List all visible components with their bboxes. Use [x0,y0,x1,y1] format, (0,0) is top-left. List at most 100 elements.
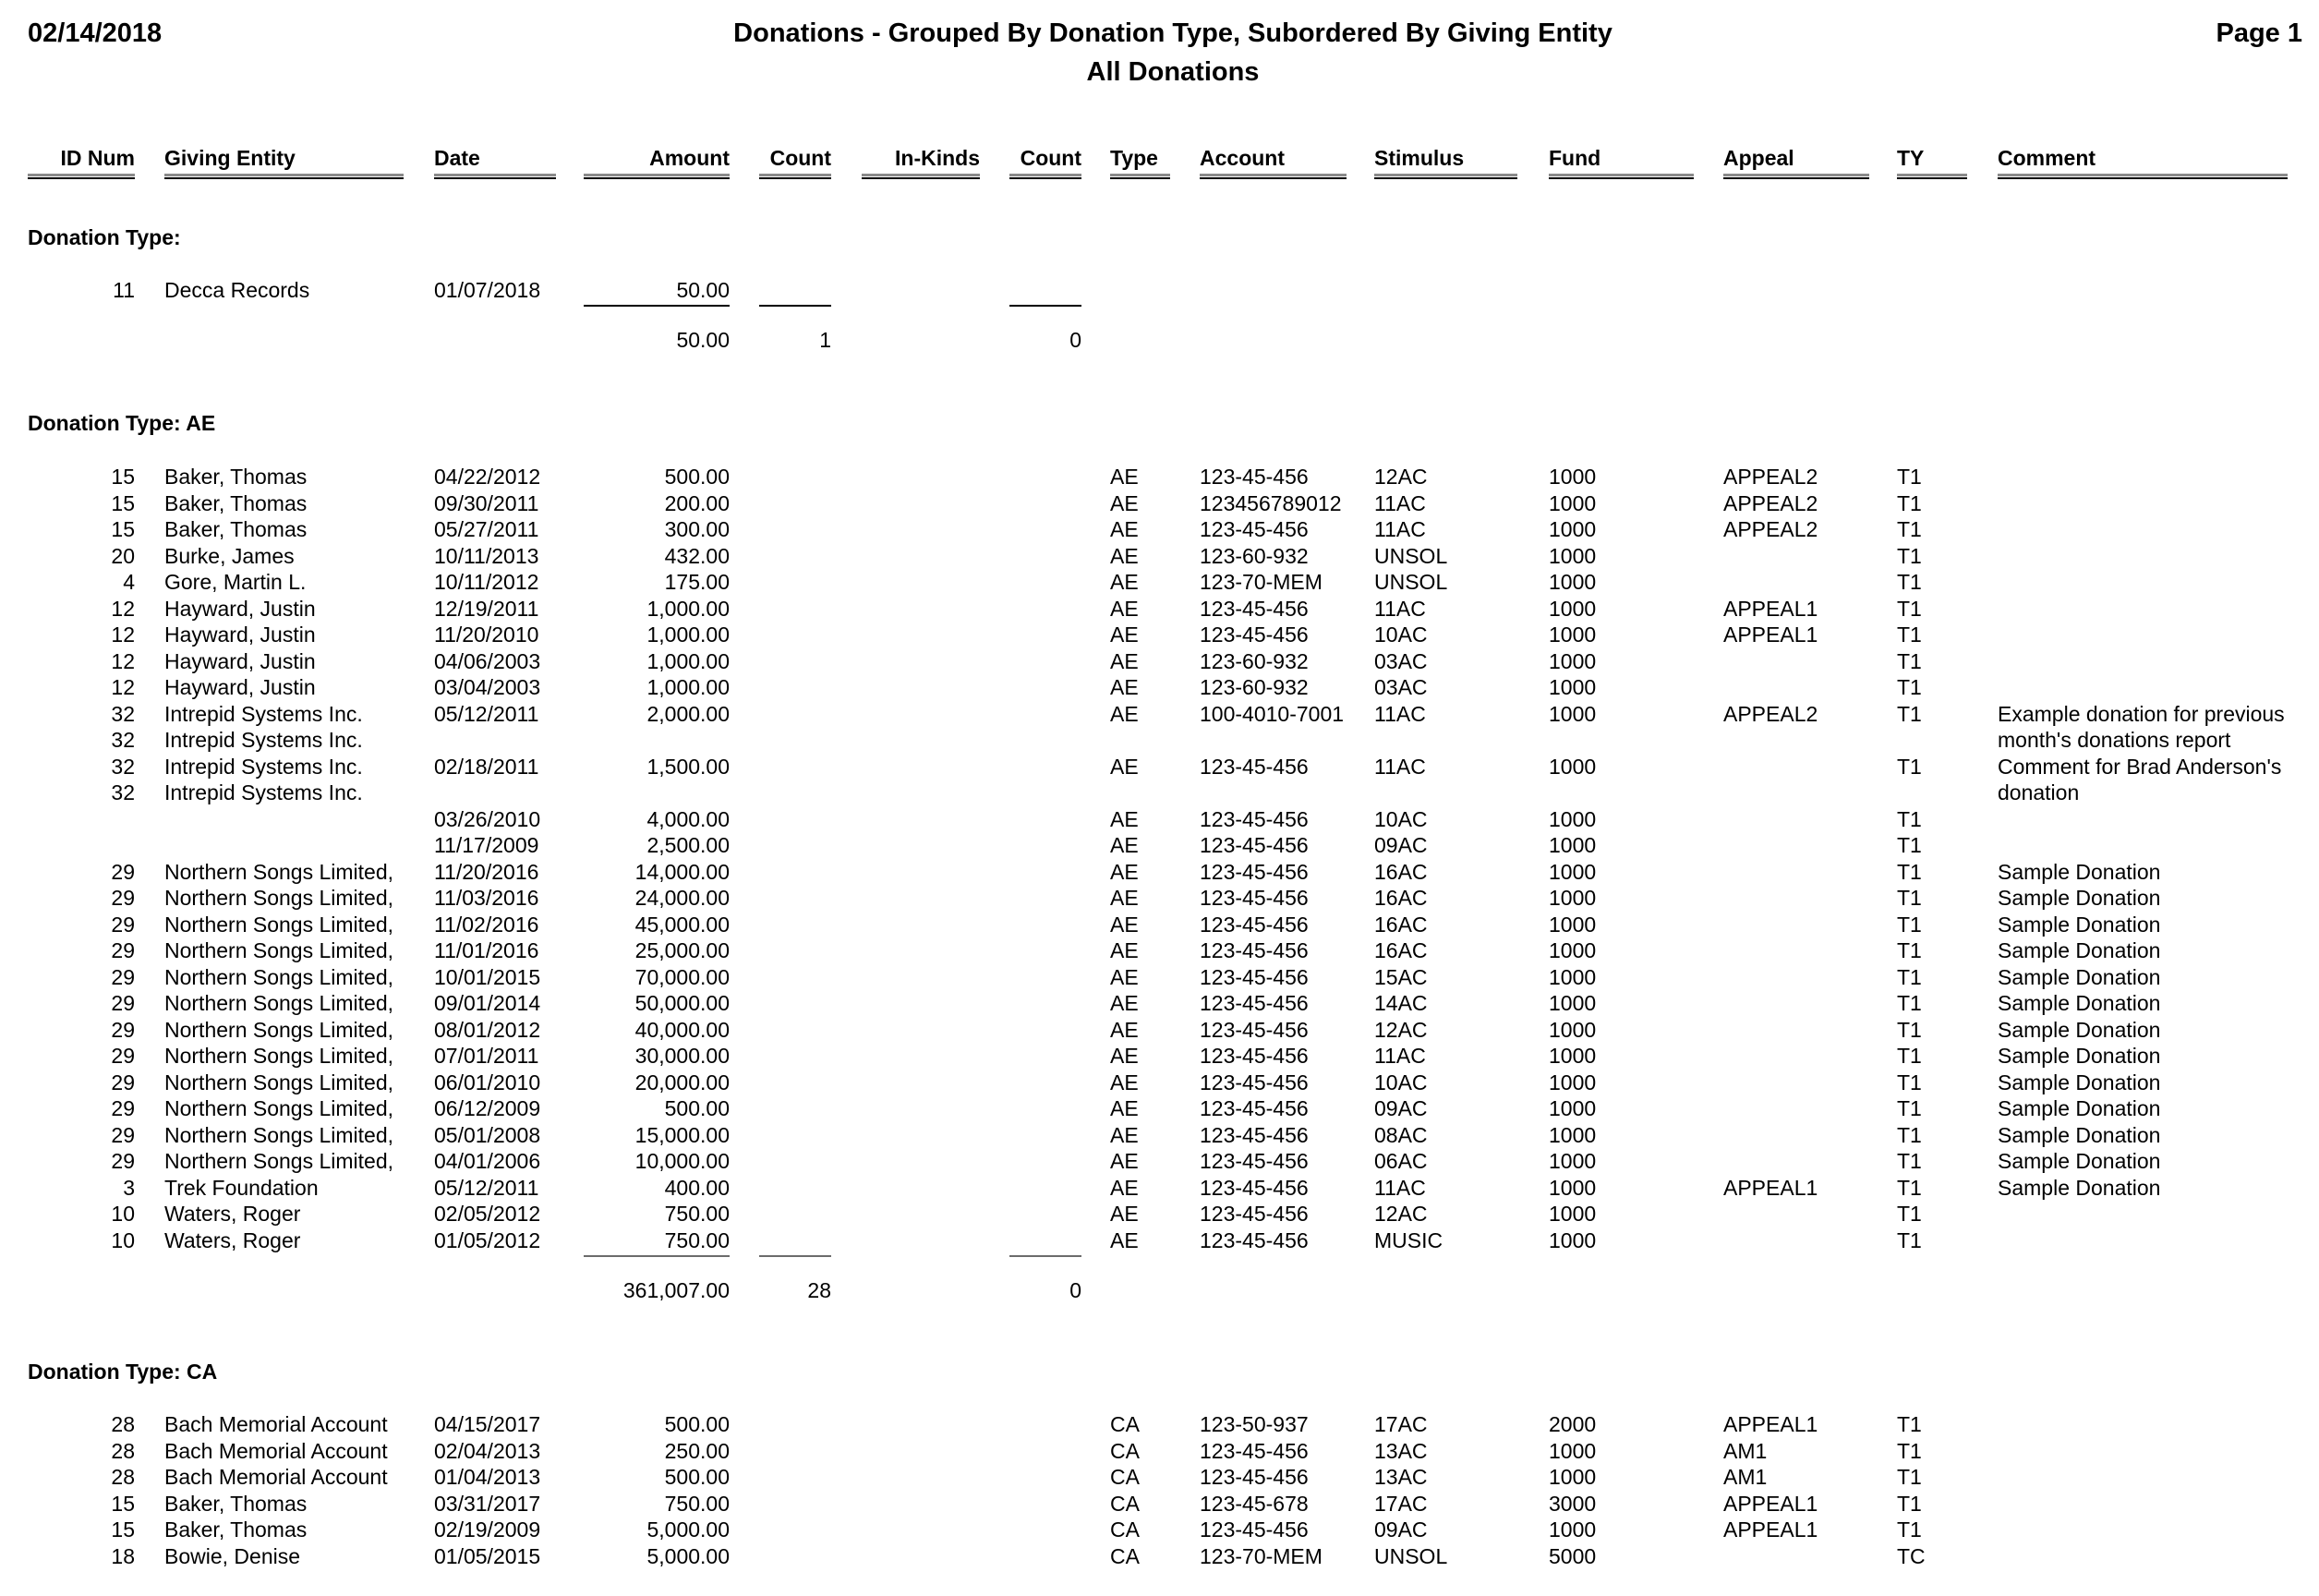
header-underline [1374,174,1517,179]
cell-date: 02/18/2011 [434,754,539,779]
cell-fund: 5000 [1549,1543,1597,1568]
cell-stimulus: 11AC [1374,1175,1426,1200]
cell-type: AE [1110,1149,1139,1173]
cell-giving-entity: Northern Songs Limited, [164,1017,394,1042]
cell-giving-entity: Gore, Martin L. [164,570,307,594]
cell-amount: 5,000.00 [646,1517,730,1542]
cell-date: 11/02/2016 [434,912,539,937]
cell-account: 123-45-456 [1200,1175,1309,1200]
cell-ty: T1 [1897,886,1922,910]
report-title: Donations - Grouped By Donation Type, Su… [733,18,1612,48]
cell-ty: T1 [1897,859,1922,884]
cell-type: AE [1110,1227,1139,1252]
cell-stimulus: 03AC [1374,675,1428,699]
cell-date: 01/07/2018 [434,278,541,302]
cell-account: 123-45-456 [1200,1122,1309,1147]
cell-amount: 750.00 [664,1491,730,1516]
group-title: Donation Type: [28,225,181,249]
cell-giving-entity: Baker, Thomas [164,465,308,489]
cell-ty: T1 [1897,1070,1922,1094]
cell-stimulus: 10AC [1374,623,1428,647]
cell-giving-entity: Burke, James [164,543,295,568]
cell-amount: 24,000.00 [634,886,730,910]
cell-ty: T1 [1897,964,1922,989]
subtotal-rule [1009,1254,1081,1257]
subtotal-rule [584,305,730,307]
cell-id-num: 32 [111,701,135,726]
cell-account: 123-45-456 [1200,623,1309,647]
cell-account: 123-45-456 [1200,1465,1309,1489]
cell-account: 123-45-456 [1200,1017,1309,1042]
cell-amount: 1,000.00 [646,675,730,699]
cell-amount: 14,000.00 [634,859,730,884]
cell-id-num: 29 [111,1017,135,1042]
cell-date: 11/20/2010 [434,623,539,647]
cell-stimulus: 17AC [1374,1491,1428,1516]
cell-id-num: 29 [111,1149,135,1173]
subtotal-count: 28 [807,1277,831,1302]
col-header-type: Type [1110,146,1158,170]
subtotal-amount: 50.00 [676,328,730,352]
col-header-stimulus: Stimulus [1374,146,1465,170]
cell-giving-entity: Northern Songs Limited, [164,991,394,1015]
cell-appeal: APPEAL1 [1723,623,1818,647]
cell-comment: Sample Donation [1998,964,2161,989]
cell-type: AE [1110,1175,1139,1200]
cell-type: AE [1110,991,1139,1015]
cell-account: 123-45-456 [1200,1096,1309,1120]
cell-date: 11/03/2016 [434,886,539,910]
cell-stimulus: 11AC [1374,701,1426,726]
cell-stimulus: 11AC [1374,1044,1426,1068]
cell-giving-entity: Bach Memorial Account [164,1412,388,1436]
header-underline [862,174,980,179]
cell-date: 11/17/2009 [434,833,539,857]
cell-stimulus: 16AC [1374,886,1428,910]
cell-ty: T1 [1897,991,1922,1015]
cell-date: 08/01/2012 [434,1017,541,1042]
cell-comment: Sample Donation [1998,1044,2161,1068]
cell-stimulus: 12AC [1374,465,1428,489]
cell-ty: T1 [1897,806,1922,831]
cell-date: 03/04/2003 [434,675,541,699]
cell-amount: 1,500.00 [646,754,730,779]
cell-id-num: 12 [111,623,135,647]
report-subtitle: All Donations [1086,57,1260,87]
cell-type: AE [1110,859,1139,884]
cell-date: 05/12/2011 [434,701,539,726]
cell-id-num: 29 [111,1096,135,1120]
cell-type: AE [1110,517,1139,541]
cell-giving-entity: Hayward, Justin [164,596,316,621]
group-title: Donation Type: CA [28,1360,218,1384]
header-underline [1009,174,1081,179]
cell-fund: 1000 [1549,623,1597,647]
cell-type: CA [1110,1412,1140,1436]
cell-stimulus: 11AC [1374,754,1426,779]
cell-date: 09/01/2014 [434,991,541,1015]
cell-ty: T1 [1897,1438,1922,1463]
subtotal-rule [759,305,831,307]
cell-stimulus: 14AC [1374,991,1428,1015]
cell-account: 123-45-456 [1200,938,1309,962]
cell-ty: T1 [1897,596,1922,621]
cell-ty: T1 [1897,754,1922,779]
cell-giving-entity: Waters, Roger [164,1202,301,1226]
cell-giving-entity: Hayward, Justin [164,623,316,647]
cell-stimulus: 16AC [1374,938,1428,962]
cell-amount: 4,000.00 [646,806,730,831]
cell-type: AE [1110,1044,1139,1068]
cell-id-num: 15 [111,465,135,489]
cell-comment: Sample Donation [1998,938,2161,962]
cell-fund: 1000 [1549,1202,1597,1226]
cell-amount: 400.00 [664,1175,730,1200]
cell-comment: Example donation for previous [1998,701,2285,726]
cell-fund: 1000 [1549,833,1597,857]
col-header-appeal: Appeal [1723,146,1794,170]
cell-stimulus: 17AC [1374,1412,1428,1436]
cell-id-num: 15 [111,1491,135,1516]
cell-giving-entity: Northern Songs Limited, [164,1044,394,1068]
cell-id-num: 29 [111,964,135,989]
cell-type: AE [1110,833,1139,857]
header-underline [1110,174,1170,179]
cell-type: AE [1110,648,1139,673]
cell-amount: 2,500.00 [646,833,730,857]
